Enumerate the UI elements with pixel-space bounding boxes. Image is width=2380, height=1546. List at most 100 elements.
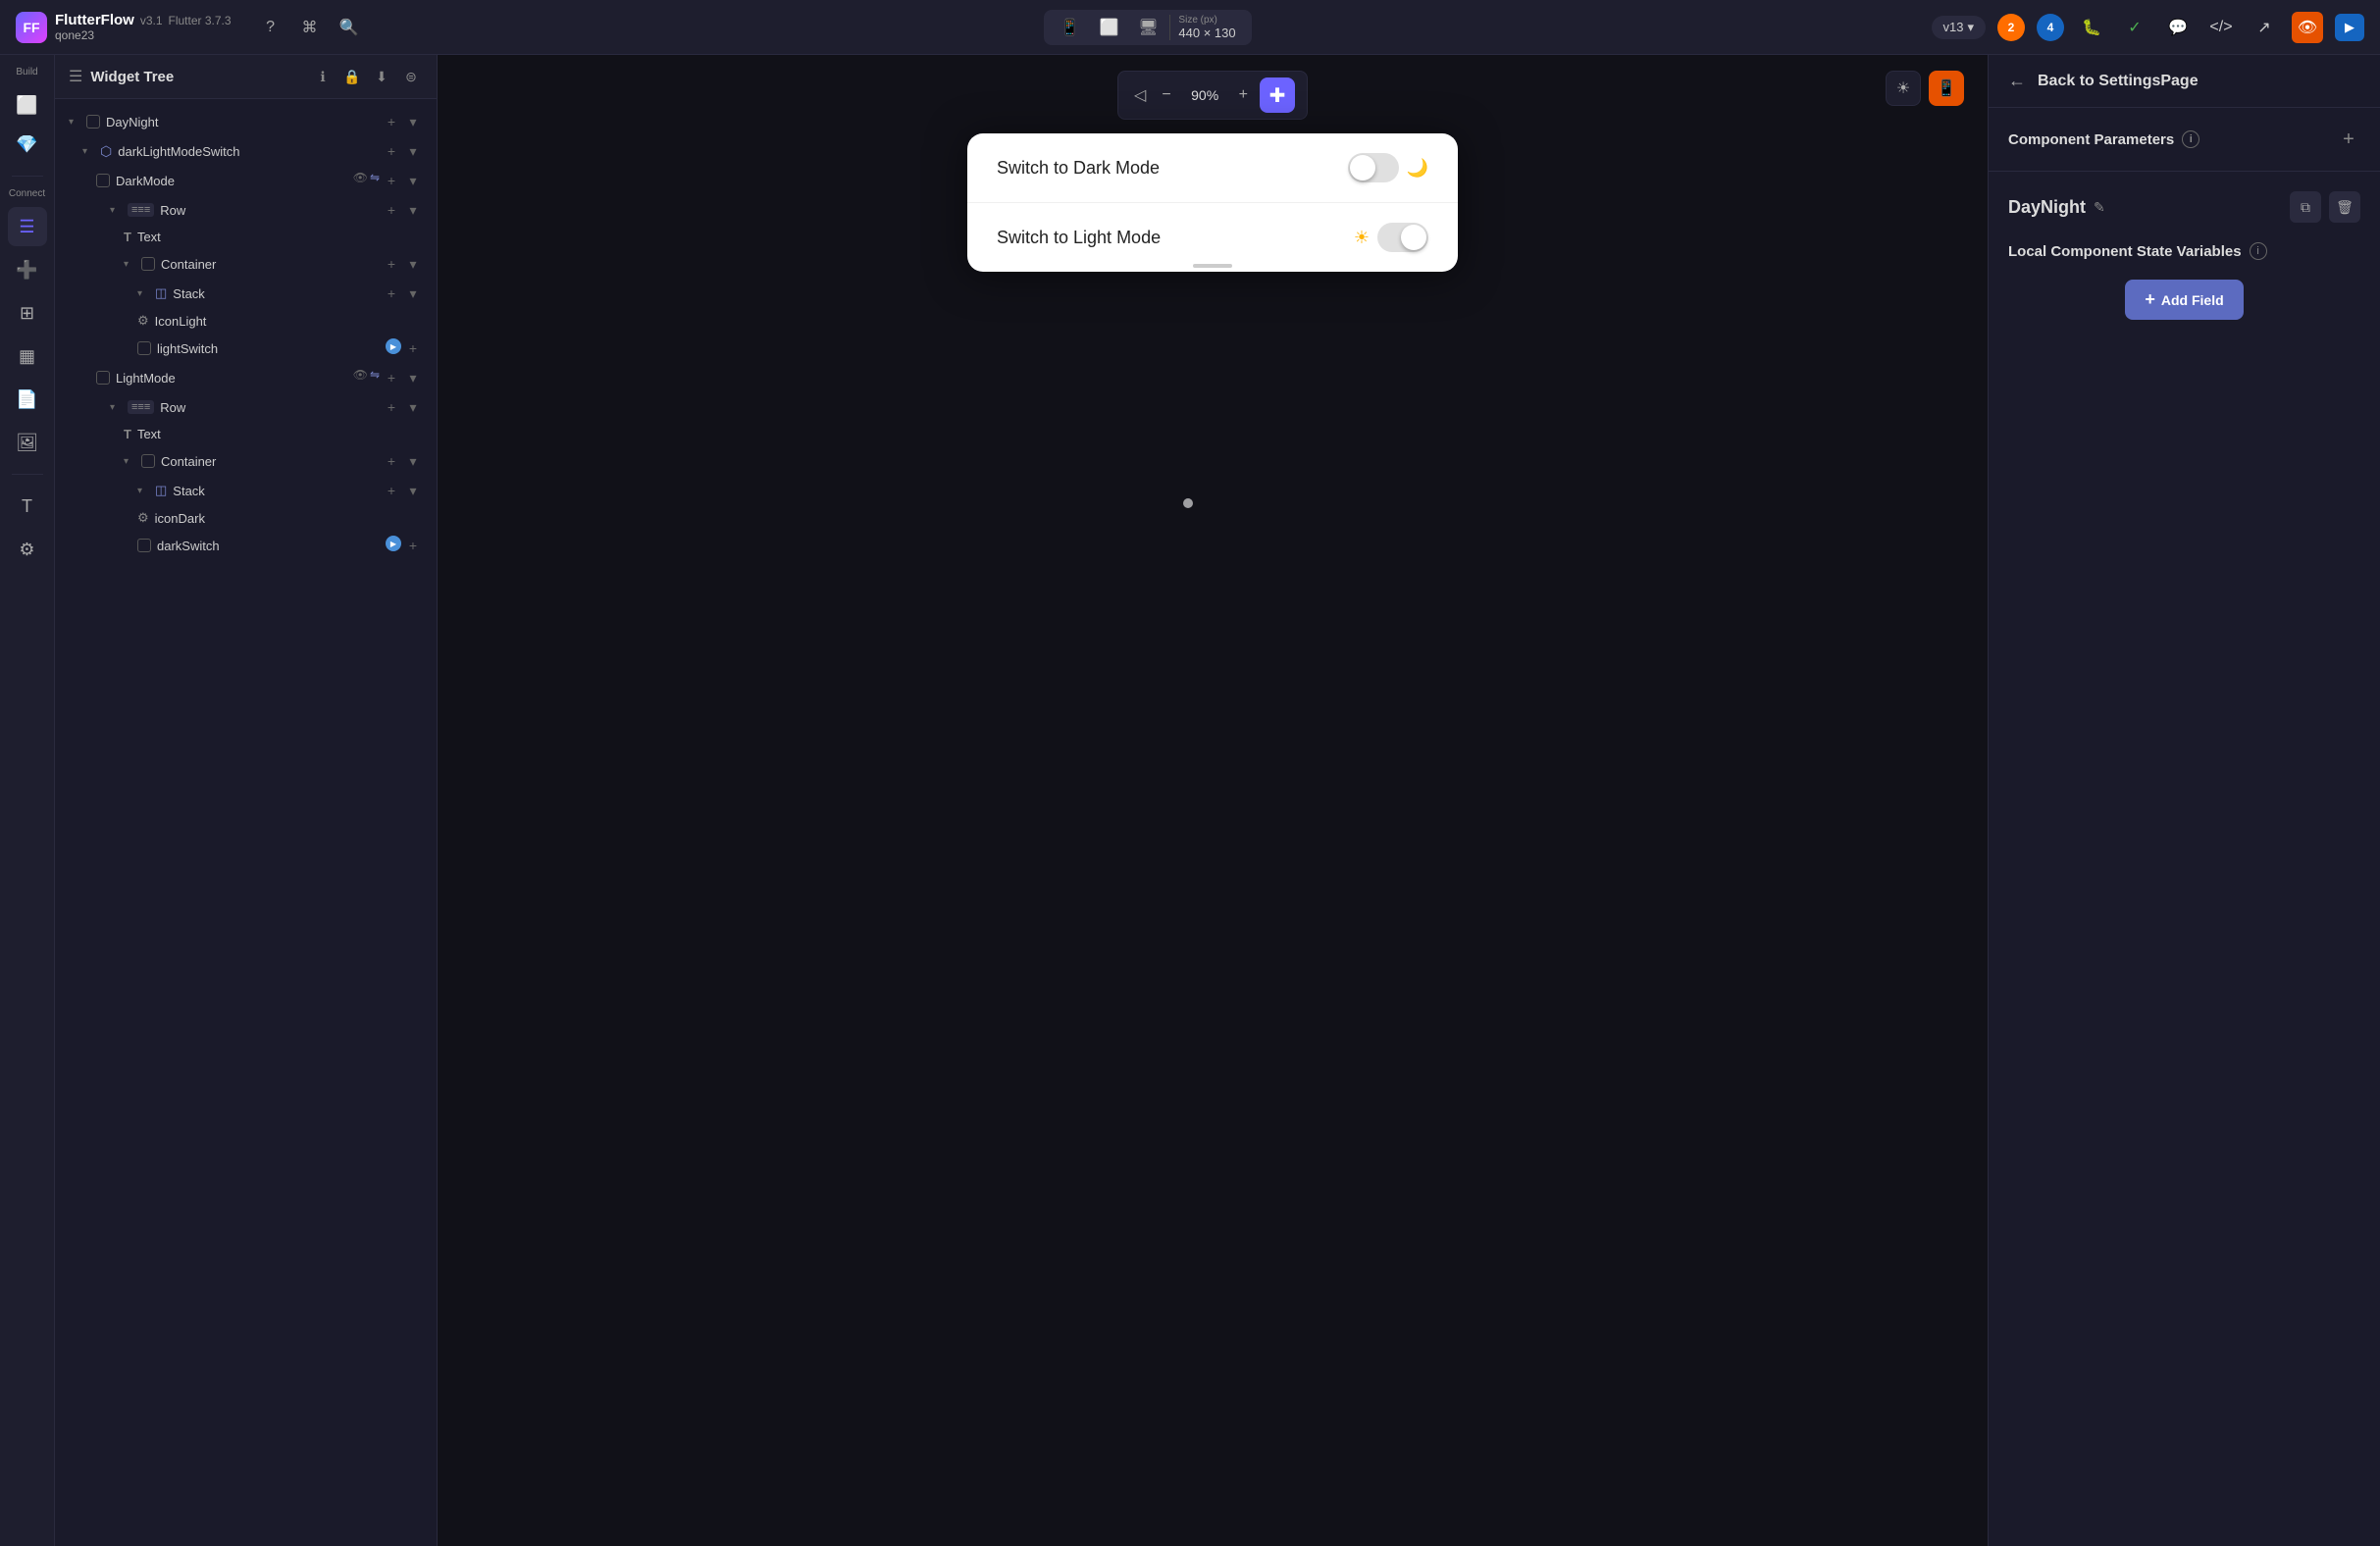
sidebar-item-add-widget[interactable]: ➕: [8, 250, 47, 289]
lightswitch-checkbox[interactable]: [137, 341, 151, 355]
sidebar-item-settings[interactable]: ⚙: [8, 530, 47, 569]
tree-add-button[interactable]: +: [382, 171, 401, 190]
tree-more-button[interactable]: ▾: [403, 451, 423, 471]
component-name-actions: ⧉ 🗑: [2290, 191, 2360, 223]
tree-item-daynightmode[interactable]: ▾ DayNight + ▾: [55, 107, 437, 136]
copy-component-button[interactable]: ⧉: [2290, 191, 2321, 223]
tree-add-button[interactable]: +: [382, 283, 401, 303]
container1-checkbox[interactable]: [141, 257, 155, 271]
tree-more-button[interactable]: ▾: [403, 171, 423, 190]
tree-item-stack1[interactable]: ▾ ◫ Stack + ▾: [55, 279, 437, 308]
tree-item-stack2[interactable]: ▾ ◫ Stack + ▾: [55, 476, 437, 505]
add-param-button[interactable]: +: [2337, 128, 2360, 151]
daynightmode-checkbox[interactable]: [86, 115, 100, 129]
dark-mode-button[interactable]: 📱: [1929, 71, 1964, 106]
tree-item-lightswitch[interactable]: lightSwitch ▶ +: [55, 334, 437, 363]
tree-item-container2[interactable]: ▾ Container + ▾: [55, 446, 437, 476]
tablet-device-button[interactable]: ⬜: [1091, 14, 1126, 41]
tree-more-button[interactable]: ▾: [403, 112, 423, 131]
chevron-down-icon: ▾: [110, 402, 122, 413]
tree-more-button[interactable]: ▾: [403, 141, 423, 161]
sidebar-item-components[interactable]: 💎: [8, 125, 47, 164]
tree-more-button[interactable]: ▾: [403, 397, 423, 417]
export-button[interactable]: ↗: [2249, 12, 2280, 43]
help-button[interactable]: ?: [255, 12, 286, 43]
tree-add-button[interactable]: +: [382, 141, 401, 161]
tree-add-button[interactable]: +: [403, 536, 423, 555]
chat-button[interactable]: 💬: [2162, 12, 2194, 43]
bug-button[interactable]: 🐛: [2076, 12, 2107, 43]
resize-handle[interactable]: [1193, 264, 1232, 268]
tree-item-iconlight[interactable]: ⚙ IconLight: [55, 308, 437, 334]
add-widget-button[interactable]: ✚: [1260, 77, 1295, 113]
check-button[interactable]: ✓: [2119, 12, 2150, 43]
edit-icon[interactable]: ✎: [2094, 199, 2105, 216]
sidebar-item-grid[interactable]: ▦: [8, 336, 47, 376]
container2-checkbox[interactable]: [141, 454, 155, 468]
tree-item-row2[interactable]: ▾ ≡≡≡ Row + ▾: [55, 392, 437, 422]
tree-add-button[interactable]: +: [403, 338, 423, 358]
sort-button[interactable]: ⊜: [399, 65, 423, 88]
dark-mode-toggle[interactable]: [1348, 153, 1399, 182]
sidebar-item-typography[interactable]: T: [8, 487, 47, 526]
darklightmodeswitch-actions: + ▾: [382, 141, 423, 161]
tree-item-icondark[interactable]: ⚙ iconDark: [55, 505, 437, 531]
tree-item-lightmode[interactable]: LightMode 👁 ⇋ + ▾: [55, 363, 437, 392]
sidebar-item-table[interactable]: ⊞: [8, 293, 47, 333]
darkswitch-checkbox[interactable]: [137, 539, 151, 552]
sidebar-item-image[interactable]: 🖼: [8, 423, 47, 462]
tree-more-button[interactable]: ▾: [403, 481, 423, 500]
tree-more-button[interactable]: ▾: [403, 283, 423, 303]
zoom-out-button[interactable]: −: [1158, 82, 1174, 108]
zoom-in-button[interactable]: +: [1235, 82, 1252, 108]
tree-add-button[interactable]: +: [382, 481, 401, 500]
tree-add-button[interactable]: +: [382, 368, 401, 387]
notification-badge-blue[interactable]: 4: [2037, 14, 2064, 41]
add-field-button[interactable]: + Add Field: [2125, 280, 2243, 320]
version-badge[interactable]: v13 ▾: [1932, 16, 1987, 39]
preview-button[interactable]: 👁: [2292, 12, 2323, 43]
search-button[interactable]: 🔍: [334, 12, 365, 43]
delete-component-button[interactable]: 🗑: [2329, 191, 2360, 223]
tree-item-darkswitch[interactable]: darkSwitch ▶ +: [55, 531, 437, 560]
tree-add-button[interactable]: +: [382, 451, 401, 471]
mobile-device-button[interactable]: 📱: [1052, 14, 1087, 41]
darkmode-checkbox[interactable]: [96, 174, 110, 187]
lock-button[interactable]: 🔒: [340, 65, 364, 88]
info-button[interactable]: ℹ: [311, 65, 335, 88]
sidebar-item-widget-tree[interactable]: ☰: [8, 207, 47, 246]
sidebar-item-page-selector[interactable]: 📄: [8, 380, 47, 419]
lightmode-checkbox[interactable]: [96, 371, 110, 385]
play-button[interactable]: ▶: [386, 338, 401, 354]
local-state-info-icon[interactable]: i: [2250, 242, 2267, 260]
tree-item-text2[interactable]: T Text: [55, 422, 437, 446]
play-button[interactable]: ▶: [386, 536, 401, 551]
tree-item-darkmode[interactable]: DarkMode 👁 ⇋ + ▾: [55, 166, 437, 195]
run-button[interactable]: ▶: [2335, 14, 2364, 41]
tree-add-button[interactable]: +: [382, 200, 401, 220]
tree-add-button[interactable]: +: [382, 112, 401, 131]
tree-more-button[interactable]: ▾: [403, 254, 423, 274]
light-mode-toggle[interactable]: [1377, 223, 1428, 252]
tree-item-row1[interactable]: ▾ ≡≡≡ Row + ▾: [55, 195, 437, 225]
sidebar-item-pages[interactable]: ⬜: [8, 85, 47, 125]
tree-add-button[interactable]: +: [382, 397, 401, 417]
code-button[interactable]: </>: [2205, 12, 2237, 43]
tree-item-text1[interactable]: T Text: [55, 225, 437, 249]
tree-item-darklightmodeswitch[interactable]: ▾ ⬡ darkLightModeSwitch + ▾: [55, 136, 437, 166]
light-mode-button[interactable]: ☀: [1886, 71, 1921, 106]
shortcuts-button[interactable]: ⌘: [294, 12, 326, 43]
tree-item-container1[interactable]: ▾ Container + ▾: [55, 249, 437, 279]
back-button[interactable]: ←: [2008, 71, 2026, 91]
notification-badge-orange[interactable]: 2: [1997, 14, 2025, 41]
chevron-down-icon: ▾: [137, 288, 149, 299]
desktop-device-button[interactable]: 🖥: [1130, 14, 1165, 41]
tree-add-button[interactable]: +: [382, 254, 401, 274]
info-icon[interactable]: i: [2182, 130, 2199, 148]
menu-icon[interactable]: ☰: [69, 67, 82, 86]
download-button[interactable]: ⬇: [370, 65, 393, 88]
tree-item-label-container1: Container: [161, 257, 216, 272]
tree-more-button[interactable]: ▾: [403, 200, 423, 220]
fit-to-screen-button[interactable]: ◁: [1130, 81, 1150, 109]
tree-more-button[interactable]: ▾: [403, 368, 423, 387]
